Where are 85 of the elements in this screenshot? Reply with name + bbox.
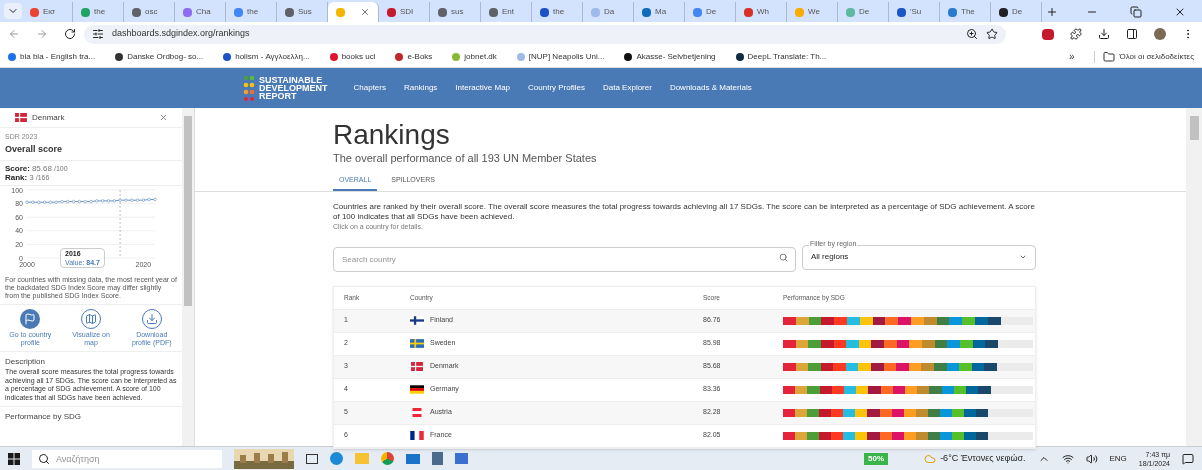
tab-search-button[interactable] xyxy=(4,3,22,19)
nav-link[interactable]: Rankings xyxy=(404,82,438,94)
search-icon xyxy=(779,252,788,262)
flag-icon xyxy=(14,113,28,122)
nav-link[interactable]: Chapters xyxy=(353,82,386,94)
download-icon[interactable] xyxy=(1098,28,1110,40)
page-scrollbar[interactable] xyxy=(1186,108,1202,446)
flag-icon xyxy=(410,339,424,348)
logo-icon xyxy=(243,75,255,101)
task-view-icon[interactable] xyxy=(306,453,318,464)
panel-scrollbar[interactable] xyxy=(182,108,194,446)
logo-text: SUSTAINABLE xyxy=(259,76,324,84)
search-field[interactable]: Search country xyxy=(333,246,796,272)
bookmark-link[interactable]: books ucl xyxy=(329,50,376,63)
nav-link[interactable]: Country Profiles xyxy=(528,82,585,94)
zoom-icon[interactable] xyxy=(966,28,978,40)
data-point xyxy=(25,200,29,204)
reference-line xyxy=(119,189,121,259)
weather-text: -6°C Έντονες νεφώσ. xyxy=(940,451,1026,465)
address-bar[interactable]: dashboards.sdgindex.org/rankings xyxy=(84,24,1006,44)
weather-icon xyxy=(924,452,937,465)
intro-text: Countries are ranked by their overall score. The overall score measures the total progress towards achieving all 17 SDGs. The score can be interpreted as a percentage of SDG achievement. A score of 100 indicates that all SDGs have been achieved. xyxy=(333,202,1036,221)
rank-value: 3 xyxy=(29,173,34,182)
side-panel-icon[interactable] xyxy=(1126,28,1138,40)
bookmark-link[interactable]: Danske Ordbog- so... xyxy=(115,50,204,63)
nav-link[interactable]: Interactive Map xyxy=(455,82,511,94)
data-point xyxy=(118,198,122,202)
data-point xyxy=(31,200,35,204)
more-bookmarks-button[interactable]: » xyxy=(1068,49,1075,64)
extensions-icon[interactable] xyxy=(1070,28,1082,40)
bookmark-link[interactable]: bla bla - English tra... xyxy=(8,50,96,63)
performance-title: Performance by SDG xyxy=(4,411,83,423)
data-point xyxy=(60,200,64,204)
edge-icon[interactable] xyxy=(330,452,343,465)
profile-avatar[interactable] xyxy=(1154,28,1166,40)
data-point xyxy=(54,200,58,204)
all-bookmarks-link[interactable]: Όλοι οι σελιδοδείκτες xyxy=(1094,50,1194,63)
rank-label: Rank: xyxy=(5,173,28,182)
page-subtitle: The overall performance of all 193 UN Member States xyxy=(333,151,598,166)
bookmark-link[interactable]: DeepL Translate: Th... xyxy=(735,50,827,63)
flag-icon xyxy=(410,316,424,325)
new-tab-icon[interactable] xyxy=(1046,6,1058,18)
windows-start-icon[interactable] xyxy=(8,452,20,465)
logo-text: DEVELOPMENT xyxy=(259,84,328,92)
description-title: Description xyxy=(5,356,46,368)
reload-icon[interactable] xyxy=(64,28,76,40)
nav-link[interactable]: Data Explorer xyxy=(602,82,652,94)
nav-link[interactable]: Downloads & Materials xyxy=(669,82,752,94)
restore-icon[interactable] xyxy=(1130,6,1142,18)
panel-title: Overall score xyxy=(5,142,64,156)
data-point xyxy=(89,200,93,204)
data-point xyxy=(95,199,99,203)
notifications-icon[interactable] xyxy=(1182,452,1194,465)
site-settings-icon[interactable] xyxy=(92,28,104,40)
flag-icon xyxy=(410,385,424,394)
star-icon[interactable] xyxy=(986,28,998,40)
score-label: Score: xyxy=(5,164,30,173)
country-name: Denmark xyxy=(32,111,65,124)
flag-icon xyxy=(410,408,424,417)
flag-icon xyxy=(410,431,424,440)
logo-text: REPORT xyxy=(259,92,298,100)
chrome-icon[interactable] xyxy=(381,452,394,465)
data-point xyxy=(83,200,87,204)
data-point xyxy=(48,200,52,204)
data-point xyxy=(66,200,70,204)
language-indicator[interactable]: ENG xyxy=(1109,452,1127,465)
taskbar-search-field[interactable]: Αναζήτηση xyxy=(32,449,222,468)
bookmark-link[interactable]: e-Boks xyxy=(395,50,433,63)
data-point xyxy=(130,198,134,202)
data-point xyxy=(124,198,128,202)
battery-indicator: 50% xyxy=(864,452,889,465)
bookmark-link[interactable]: jobnet.dk xyxy=(452,50,497,63)
bookmark-link[interactable]: [NUP] Neapolis Uni... xyxy=(516,50,605,63)
flag-icon xyxy=(410,362,424,371)
close-icon[interactable] xyxy=(1174,6,1186,18)
volume-icon[interactable] xyxy=(1085,452,1098,465)
bookmark-link[interactable]: Akasse- Selvbetjening xyxy=(624,50,716,63)
page-title: Rankings xyxy=(333,120,451,150)
network-icon[interactable] xyxy=(1061,452,1074,465)
data-point xyxy=(147,197,151,202)
data-point xyxy=(112,199,116,203)
caret-icon xyxy=(1019,253,1027,261)
bookmark-link[interactable]: holism - Αγγλοελλη... xyxy=(223,50,310,63)
score-value: 85.68 xyxy=(31,164,52,173)
data-point xyxy=(153,197,157,202)
